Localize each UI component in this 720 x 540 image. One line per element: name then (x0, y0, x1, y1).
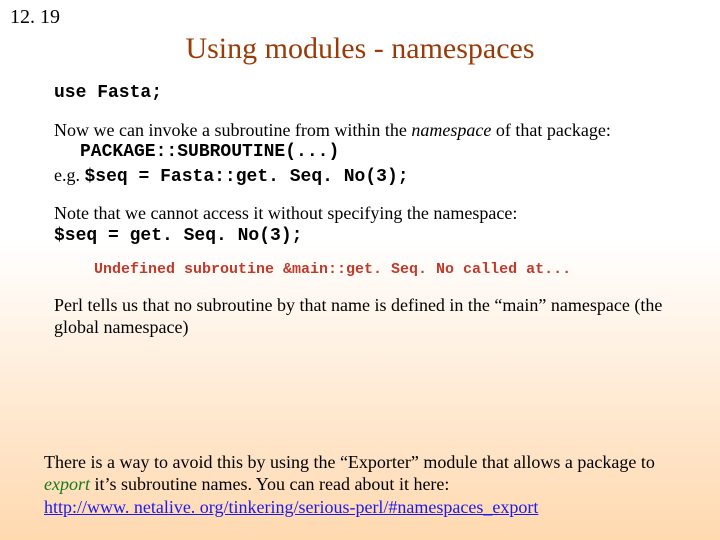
error-output: Undefined subroutine &main::get. Seq. No… (94, 261, 690, 280)
text-fragment: There is a way to avoid this by using th… (44, 452, 655, 472)
paragraph-explain: Perl tells us that no subroutine by that… (54, 294, 690, 339)
exporter-link[interactable]: http://www. netalive. org/tinkering/seri… (44, 497, 538, 517)
code-example-call: $seq = Fasta::get. Seq. No(3); (85, 167, 409, 187)
text-namespace-italic: namespace (411, 120, 491, 140)
paragraph-note: Note that we cannot access it without sp… (54, 202, 690, 225)
text-fragment: it’s subroutine names. You can read abou… (90, 474, 449, 494)
text-fragment: Now we can invoke a subroutine from with… (54, 120, 411, 140)
slide-title: Using modules - namespaces (10, 32, 710, 66)
bottom-note: There is a way to avoid this by using th… (44, 451, 700, 519)
code-use-statement: use Fasta; (54, 83, 162, 103)
slide-number: 12. 19 (10, 6, 60, 29)
eg-label: e.g. (54, 165, 85, 185)
code-package-syntax: PACKAGE::SUBROUTINE(...) (80, 141, 690, 164)
slide-body: use Fasta; Now we can invoke a subroutin… (54, 80, 690, 339)
text-export-italic: export (44, 474, 90, 494)
text-fragment: of that package: (491, 120, 610, 140)
code-bad-call: $seq = get. Seq. No(3); (54, 225, 690, 248)
paragraph-invoke: Now we can invoke a subroutine from with… (54, 119, 690, 142)
example-line: e.g. $seq = Fasta::get. Seq. No(3); (54, 164, 690, 189)
